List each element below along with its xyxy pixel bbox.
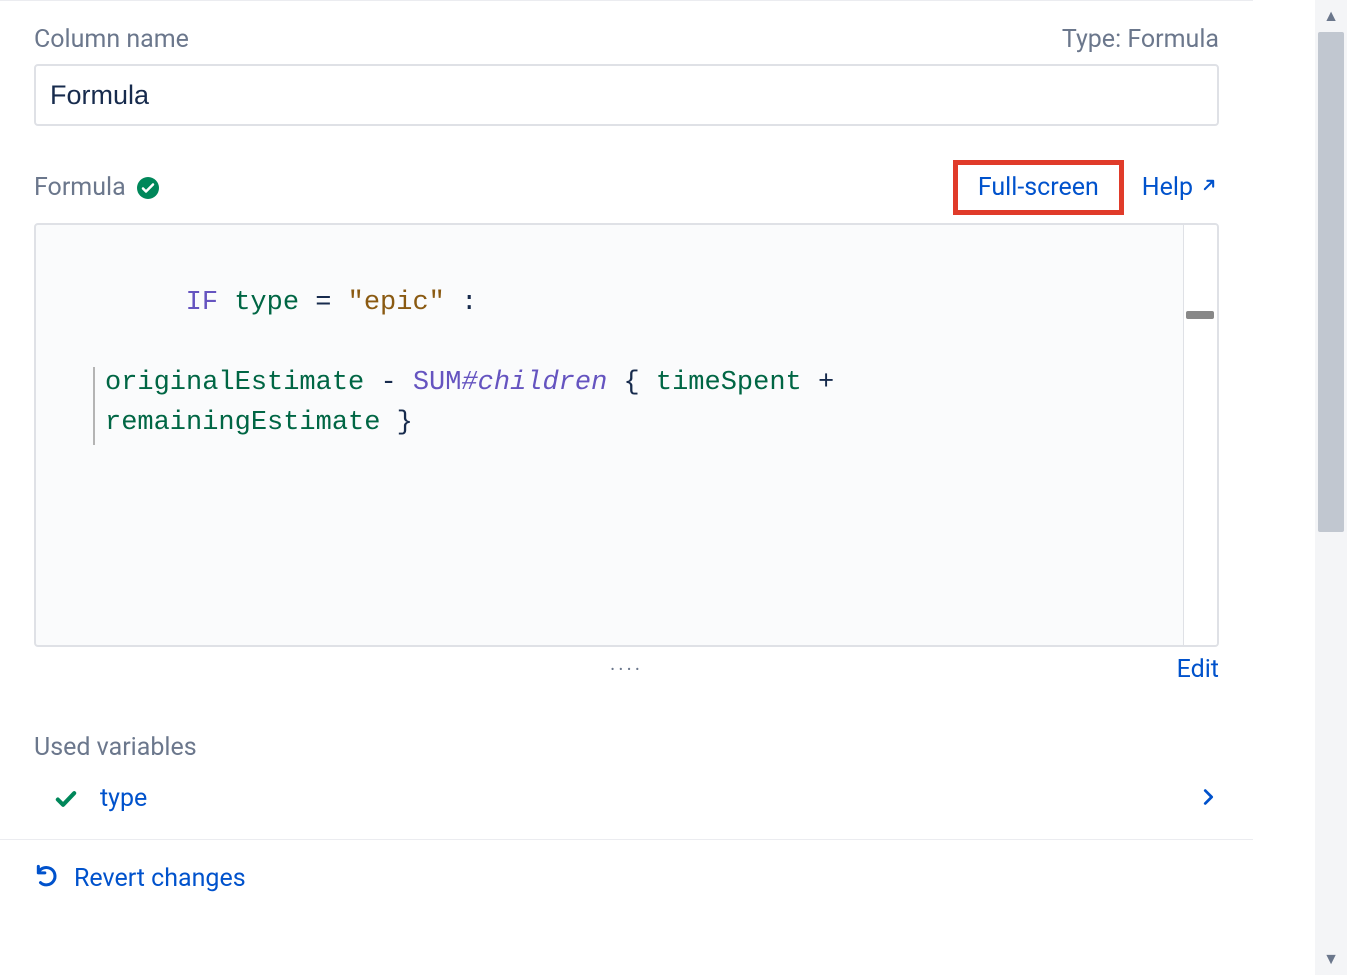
edit-link[interactable]: Edit [1177, 655, 1219, 684]
page-scrollbar[interactable]: ▲ ▼ [1315, 0, 1347, 975]
fullscreen-button[interactable]: Full-screen [953, 160, 1124, 215]
help-link-label: Help [1142, 173, 1193, 202]
undo-icon [34, 862, 60, 895]
variable-name: type [100, 784, 1177, 813]
revert-changes-label: Revert changes [74, 864, 246, 893]
checkmark-icon [52, 785, 80, 813]
page-scrollbar-thumb[interactable] [1318, 32, 1344, 532]
header-row: Column name Type: Formula [34, 25, 1219, 54]
scroll-down-icon[interactable]: ▼ [1315, 943, 1347, 975]
chevron-right-icon [1197, 786, 1219, 812]
column-name-label: Column name [34, 25, 189, 54]
external-link-icon [1199, 173, 1219, 202]
formula-section-label: Formula [34, 173, 126, 202]
type-label: Type: Formula [1062, 25, 1219, 54]
column-name-input[interactable] [34, 64, 1219, 126]
editor-scrollbar-thumb[interactable] [1186, 311, 1214, 319]
resize-handle-icon[interactable]: ···· [34, 657, 1219, 681]
editor-cursor [93, 367, 95, 445]
revert-changes-button[interactable]: Revert changes [34, 862, 246, 895]
checkmark-circle-icon [136, 176, 160, 200]
editor-scrollbar[interactable] [1183, 225, 1217, 645]
used-variables-label: Used variables [34, 733, 1219, 762]
help-link[interactable]: Help [1142, 173, 1219, 202]
variable-row[interactable]: type [34, 784, 1219, 813]
formula-code-editor[interactable]: IF type = "epic" : originalEstimate - SU… [34, 223, 1219, 647]
scroll-up-icon[interactable]: ▲ [1315, 0, 1347, 32]
